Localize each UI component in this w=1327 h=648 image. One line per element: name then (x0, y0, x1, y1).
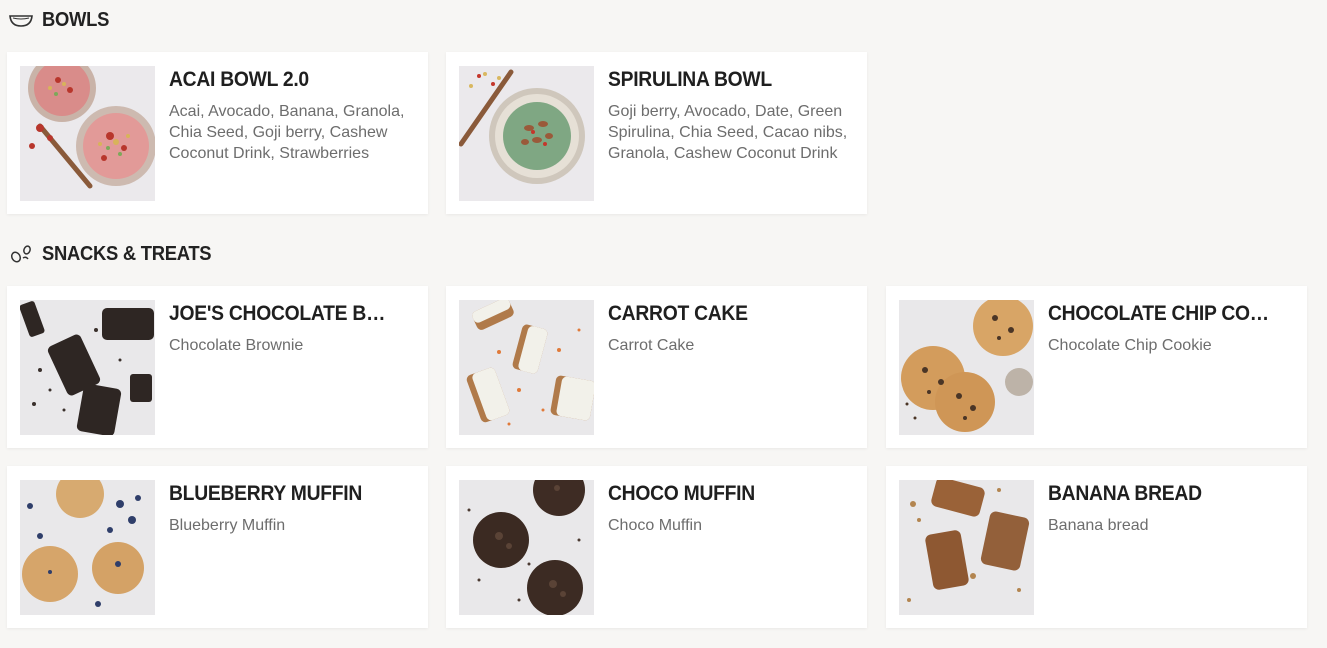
menu-item-name: JOE'S CHOCOLATE BROWNIE (169, 302, 397, 325)
menu-item-name: CHOCOLATE CHIP COOKIE (1048, 302, 1277, 325)
acai-bowl-image (20, 66, 155, 201)
menu-item-card-spirulina-bowl[interactable]: SPIRULINA BOWL Goji berry, Avocado, Date… (446, 52, 867, 214)
menu-item-description: Chocolate Brownie (169, 337, 304, 354)
menu-item-card-chocolate-brownie[interactable]: JOE'S CHOCOLATE BROWNIE Chocolate Browni… (7, 286, 428, 448)
menu-item-description: Acai, Avocado, Banana, Granola, Chia See… (169, 103, 405, 162)
section-header-snacks: SNACKS & TREATS (8, 242, 226, 266)
menu-item-name: SPIRULINA BOWL (608, 68, 772, 91)
spirulina-bowl-image (459, 66, 594, 201)
menu-item-name: CARROT CAKE (608, 302, 748, 325)
menu-item-name: BLUEBERRY MUFFIN (169, 482, 363, 505)
snack-seeds-icon (8, 244, 34, 264)
banana-bread-image (899, 480, 1034, 615)
menu-item-description: Carrot Cake (608, 337, 695, 354)
menu-item-card-acai-bowl[interactable]: ACAI BOWL 2.0 Acai, Avocado, Banana, Gra… (7, 52, 428, 214)
menu-item-description: Banana bread (1048, 517, 1149, 534)
menu-item-description: Blueberry Muffin (169, 517, 286, 534)
menu-item-card-banana-bread[interactable]: BANANA BREAD Banana bread (886, 466, 1307, 628)
choco-muffin-image (459, 480, 594, 615)
menu-item-name: BANANA BREAD (1048, 482, 1202, 505)
cookie-image (899, 300, 1034, 435)
menu-item-description: Choco Muffin (608, 517, 702, 534)
brownie-image (20, 300, 155, 435)
menu-item-card-carrot-cake[interactable]: CARROT CAKE Carrot Cake (446, 286, 867, 448)
carrot-cake-image (459, 300, 594, 435)
menu-item-description: Chocolate Chip Cookie (1048, 337, 1212, 354)
menu-item-card-blueberry-muffin[interactable]: BLUEBERRY MUFFIN Blueberry Muffin (7, 466, 428, 628)
menu-item-name: CHOCO MUFFIN (608, 482, 755, 505)
menu-item-card-choco-muffin[interactable]: CHOCO MUFFIN Choco Muffin (446, 466, 867, 628)
menu-item-card-chocolate-chip-cookie[interactable]: CHOCOLATE CHIP COOKIE Chocolate Chip Coo… (886, 286, 1307, 448)
section-title: SNACKS & TREATS (42, 242, 212, 265)
section-title: BOWLS (42, 8, 110, 31)
bowl-icon (8, 10, 34, 30)
section-header-bowls: BOWLS (8, 8, 115, 32)
blueberry-muffin-image (20, 480, 155, 615)
menu-item-description: Goji berry, Avocado, Date, Green Spiruli… (608, 103, 848, 162)
menu-item-name: ACAI BOWL 2.0 (169, 68, 309, 91)
